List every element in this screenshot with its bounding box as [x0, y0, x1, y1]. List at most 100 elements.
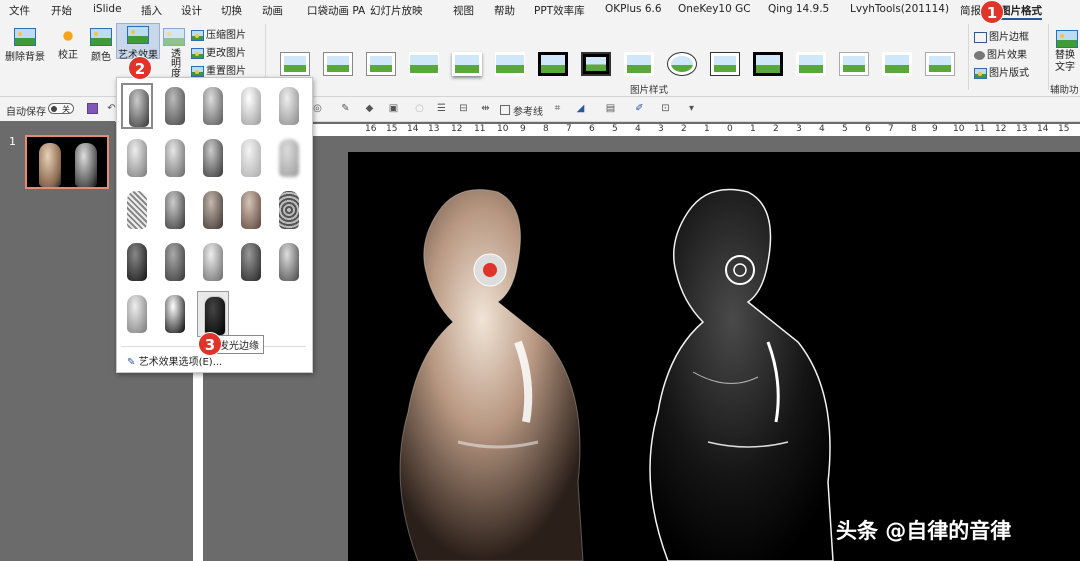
list-icon[interactable]: ☰ — [436, 103, 447, 114]
effect-cutout[interactable] — [121, 291, 153, 337]
effect-glow-diffused[interactable] — [235, 135, 267, 181]
tab-briefing[interactable]: 简报 — [960, 3, 981, 18]
picture-style-7[interactable] — [538, 52, 568, 76]
effect-pencil-sketch[interactable] — [235, 83, 267, 129]
edit-shape-icon[interactable]: ✐ — [634, 103, 645, 114]
color-icon — [90, 28, 112, 46]
paint-bucket-icon[interactable]: ◆ — [364, 103, 375, 114]
crop-icon[interactable]: ⌗ — [552, 103, 563, 114]
tab-lvyhtools[interactable]: LvyhTools(201114) — [850, 3, 949, 18]
tab-ppt-efficiency[interactable]: PPT效率库 — [534, 3, 585, 18]
tab-pocket-animation[interactable]: 口袋动画 PA — [307, 3, 365, 18]
distribute-icon[interactable]: ⇹ — [480, 103, 491, 114]
effect-watercolor-sponge[interactable] — [159, 187, 191, 233]
picture-effects-button[interactable]: 图片效果 — [974, 46, 1027, 61]
tab-onekey[interactable]: OneKey10 GC — [678, 3, 751, 18]
picture-style-9[interactable] — [624, 52, 654, 76]
shape-outline-icon[interactable]: ◎ — [312, 103, 323, 114]
picture-style-2[interactable] — [323, 52, 353, 76]
tab-help[interactable]: 帮助 — [494, 3, 515, 18]
picture-styles-group-label: 图片样式 — [630, 85, 669, 96]
picture-style-3[interactable] — [366, 52, 396, 76]
tab-design[interactable]: 设计 — [181, 3, 202, 18]
effect-photocopy[interactable] — [159, 291, 191, 337]
reset-picture-button[interactable]: 重置图片 — [191, 62, 246, 77]
tab-okplus[interactable]: OKPlus 6.6 — [605, 3, 662, 18]
effect-glass[interactable] — [273, 187, 305, 233]
watermark: 头条 @自律的音律 — [836, 519, 1012, 543]
tab-transitions[interactable]: 切换 — [221, 3, 242, 18]
color-button[interactable]: 颜色 — [88, 26, 114, 63]
tab-home[interactable]: 开始 — [51, 3, 72, 18]
tab-animations[interactable]: 动画 — [262, 3, 283, 18]
slide-canvas[interactable] — [348, 152, 1080, 561]
artistic-effects-button[interactable]: 艺术效果 — [116, 23, 160, 61]
ruler-tick: 0 — [727, 124, 733, 134]
save-icon[interactable] — [87, 103, 98, 114]
picture-style-12[interactable] — [753, 52, 783, 76]
picture-style-4[interactable] — [409, 52, 439, 76]
autosave-label: 自动保存 — [6, 107, 46, 118]
transparency-icon — [163, 28, 185, 46]
effect-pastels-smooth[interactable] — [235, 239, 267, 285]
picture-style-14[interactable] — [839, 52, 869, 76]
selection-pane-icon[interactable]: ⊡ — [660, 103, 671, 114]
tab-insert[interactable]: 插入 — [141, 3, 162, 18]
effect-blur[interactable] — [273, 135, 305, 181]
picture-layout-button[interactable]: 图片版式 — [974, 64, 1029, 79]
picture-style-13[interactable] — [796, 52, 826, 76]
picture-style-6[interactable] — [495, 52, 525, 76]
effect-pencil-grayscale[interactable] — [197, 83, 229, 129]
effect-chalk-sketch[interactable] — [121, 135, 153, 181]
ruler-tick: 4 — [819, 124, 825, 134]
picture-style-10[interactable] — [667, 52, 697, 76]
transparency-button[interactable]: 透明度 — [162, 26, 186, 81]
effect-light-screen[interactable] — [121, 187, 153, 233]
ruler-tick: 2 — [681, 124, 687, 134]
guides-checkbox[interactable] — [500, 105, 510, 115]
effect-none[interactable] — [121, 83, 153, 129]
effect-line-drawing[interactable] — [273, 83, 305, 129]
slide-number: 1 — [9, 135, 16, 148]
thumbnail-figure-glow — [75, 143, 97, 187]
picture-border-button[interactable]: 图片边框 — [974, 28, 1029, 43]
tab-picture-format[interactable]: 图片格式 — [1000, 3, 1042, 20]
tab-file[interactable]: 文件 — [9, 3, 30, 18]
compress-pictures-button[interactable]: 压缩图片 — [191, 26, 246, 41]
effect-cement[interactable] — [121, 239, 153, 285]
effect-paint-strokes[interactable] — [159, 135, 191, 181]
effect-film-grain[interactable] — [197, 187, 229, 233]
picture-style-8[interactable] — [581, 52, 611, 76]
picture-border-icon — [974, 31, 987, 43]
effect-crisscross-etching[interactable] — [197, 239, 229, 285]
change-picture-button[interactable]: 更改图片 — [191, 44, 246, 59]
format-painter-icon[interactable]: ✎ — [340, 103, 351, 114]
effect-marker[interactable] — [159, 83, 191, 129]
picture-style-16[interactable] — [925, 52, 955, 76]
remove-background-button[interactable]: 删除背景 — [5, 26, 45, 63]
customize-qat-icon[interactable]: ▾ — [686, 103, 697, 114]
reset-picture-icon — [191, 65, 204, 77]
autosave-toggle[interactable]: 关 — [48, 103, 74, 114]
alt-text-button[interactable]: 替换文字 — [1054, 28, 1080, 74]
picture-style-1[interactable] — [280, 52, 310, 76]
picture-style-11[interactable] — [710, 52, 740, 76]
picture-style-15[interactable] — [882, 52, 912, 76]
effect-paint-brush[interactable] — [197, 135, 229, 181]
tab-qing[interactable]: Qing 14.9.5 — [768, 3, 829, 18]
effect-plastic-wrap[interactable] — [273, 239, 305, 285]
effect-glow-edges[interactable] — [197, 291, 229, 337]
effect-texturizer[interactable] — [159, 239, 191, 285]
picture-style-5[interactable] — [452, 52, 482, 76]
tab-slideshow[interactable]: 幻灯片放映 — [370, 3, 423, 18]
shadow-icon[interactable]: ▣ — [388, 103, 399, 114]
slide-thumbnail[interactable] — [25, 135, 109, 189]
arrange-icon[interactable]: ▤ — [605, 103, 616, 114]
align-icon[interactable]: ⊟ — [458, 103, 469, 114]
corrections-button[interactable]: 校正 — [55, 26, 81, 61]
tab-islide[interactable]: iSlide — [93, 3, 122, 18]
effect-mosaic-bubbles[interactable] — [235, 187, 267, 233]
tab-view[interactable]: 视图 — [453, 3, 474, 18]
ruler-tick: 13 — [428, 124, 440, 134]
fill-color-icon[interactable]: ◢ — [575, 103, 586, 114]
